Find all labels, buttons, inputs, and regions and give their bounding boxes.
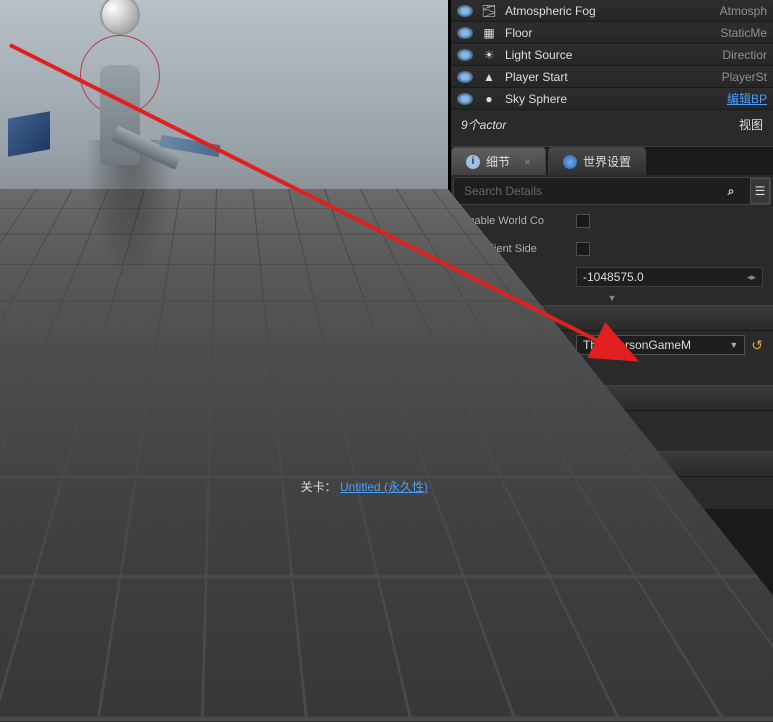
actor-label: Floor bbox=[505, 26, 712, 40]
outliner-footer: 9个actor 视图 bbox=[451, 110, 773, 138]
visibility-toggle-icon[interactable] bbox=[457, 5, 473, 17]
level-name-link[interactable]: Untitled (永久性) bbox=[340, 480, 428, 494]
reflection-sphere bbox=[100, 0, 140, 35]
light-icon: ☀ bbox=[481, 47, 497, 63]
actor-label: Light Source bbox=[505, 48, 714, 62]
chevron-down-icon: ▼ bbox=[729, 340, 738, 350]
floor-icon: ▦ bbox=[481, 25, 497, 41]
fog-icon: 🌫 bbox=[481, 3, 497, 19]
actor-class: PlayerSt bbox=[722, 70, 767, 84]
outliner-row-light[interactable]: ☀ Light Source Directior bbox=[451, 44, 773, 66]
visibility-toggle-icon[interactable] bbox=[457, 93, 473, 105]
outliner-row-fog[interactable]: 🌫 Atmospheric Fog Atmosph bbox=[451, 0, 773, 22]
actor-label: Sky Sphere bbox=[505, 92, 719, 106]
tab-label: 世界设置 bbox=[583, 153, 631, 170]
view-filter[interactable]: 视图 bbox=[733, 116, 763, 133]
tab-label: 细节 bbox=[486, 153, 510, 170]
filter-button[interactable]: ☰ bbox=[750, 178, 770, 204]
world-outliner: 🌫 Atmospheric Fog Atmosph ▦ Floor Static… bbox=[451, 0, 773, 138]
prop-label: Enable World Co bbox=[461, 215, 576, 227]
close-icon[interactable]: × bbox=[524, 155, 531, 169]
actor-count: 9个actor bbox=[461, 116, 506, 133]
visibility-toggle-icon[interactable] bbox=[457, 27, 473, 39]
edit-bp-link[interactable]: 编辑BP bbox=[727, 90, 767, 107]
search-icon[interactable]: ⌕ bbox=[716, 178, 746, 204]
prop-enable-world-comp: Enable World Co bbox=[451, 207, 773, 235]
actor-class: StaticMe bbox=[720, 26, 767, 40]
checkbox[interactable] bbox=[576, 242, 590, 256]
search-bar: ⌕ ☰ bbox=[453, 177, 771, 205]
sphere-icon: ● bbox=[481, 91, 497, 107]
gamemode-dropdown[interactable]: ThirdPersonGameM ▼ bbox=[576, 335, 745, 355]
outliner-row-floor[interactable]: ▦ Floor StaticMe bbox=[451, 22, 773, 44]
numeric-input[interactable]: -1048575.0 ◂▸ bbox=[576, 267, 763, 287]
viewport[interactable]: 关卡： Untitled (永久性) bbox=[0, 0, 450, 509]
checkbox[interactable] bbox=[576, 214, 590, 228]
dropdown-value: ThirdPersonGameM bbox=[583, 338, 691, 352]
playerstart-icon: ▲ bbox=[481, 69, 497, 85]
globe-icon bbox=[563, 155, 577, 169]
outliner-row-sky[interactable]: ● Sky Sphere 编辑BP bbox=[451, 88, 773, 110]
actor-label: Atmospheric Fog bbox=[505, 4, 712, 18]
visibility-toggle-icon[interactable] bbox=[457, 49, 473, 61]
blue-cube bbox=[8, 111, 50, 156]
actor-label: Player Start bbox=[505, 70, 714, 84]
outliner-row-playerstart[interactable]: ▲ Player Start PlayerSt bbox=[451, 66, 773, 88]
details-tabs: i 细节 × 世界设置 bbox=[451, 146, 773, 175]
actor-class: Atmosph bbox=[720, 4, 767, 18]
search-input[interactable] bbox=[454, 178, 716, 204]
spinner-icon[interactable]: ◂▸ bbox=[747, 273, 756, 282]
kill-z-value: -1048575.0 bbox=[583, 270, 644, 284]
tab-world-settings[interactable]: 世界设置 bbox=[548, 147, 646, 175]
level-label: 关卡： Untitled (永久性) bbox=[301, 478, 428, 495]
character-mannequin bbox=[85, 45, 155, 185]
info-icon: i bbox=[466, 155, 480, 169]
tab-details[interactable]: i 细节 × bbox=[451, 147, 546, 175]
reset-to-default-icon[interactable]: ↺ bbox=[751, 337, 763, 354]
actor-class: Directior bbox=[722, 48, 767, 62]
visibility-toggle-icon[interactable] bbox=[457, 71, 473, 83]
level-prefix: 关卡： bbox=[301, 480, 337, 494]
